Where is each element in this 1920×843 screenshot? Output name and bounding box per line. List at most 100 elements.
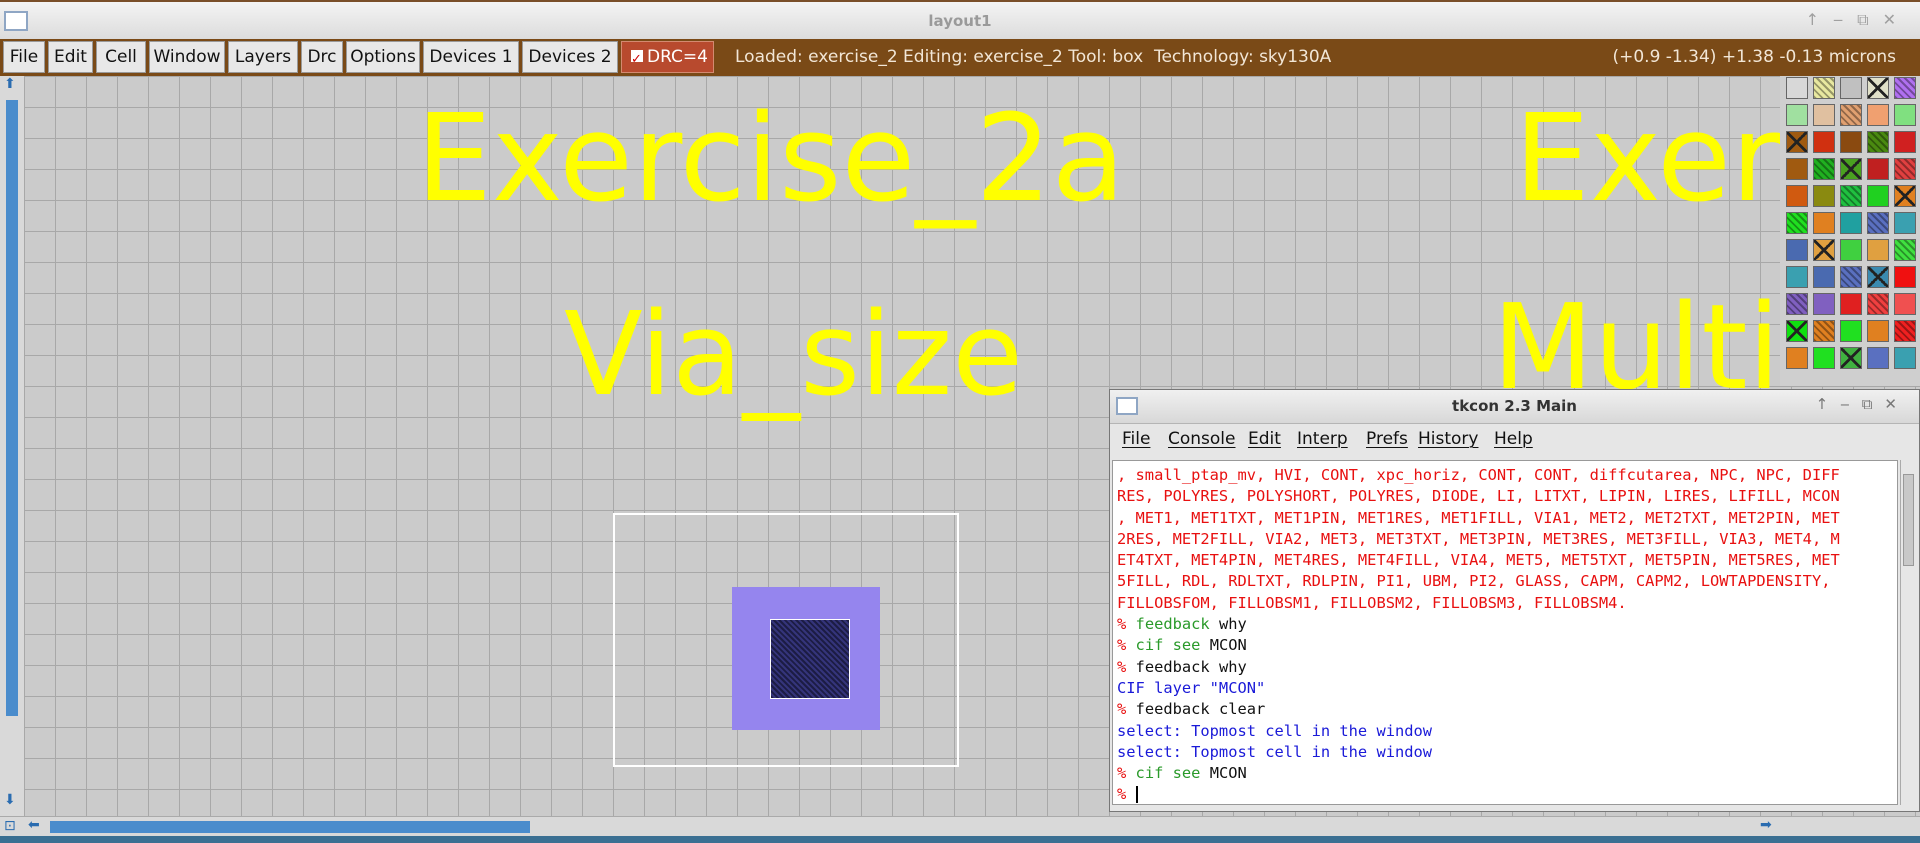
layer-swatch[interactable]	[1840, 77, 1862, 99]
layer-swatch[interactable]	[1813, 185, 1835, 207]
menu-options[interactable]: Options	[346, 41, 420, 73]
tkcon-titlebar[interactable]: tkcon 2.3 Main ↑‒⧉✕	[1110, 390, 1919, 424]
tkcon-menu-console[interactable]: Console	[1168, 429, 1236, 449]
drc-toggle[interactable]: DRC=4	[621, 41, 714, 75]
layer-swatch[interactable]	[1894, 158, 1916, 180]
console-line: , small_ptap_mv, HVI, CONT, xpc_horiz, C…	[1117, 466, 1840, 484]
layer-swatch[interactable]	[1813, 320, 1835, 342]
layer-swatch[interactable]	[1867, 239, 1889, 261]
layer-swatch[interactable]	[1894, 320, 1916, 342]
layer-swatch[interactable]	[1840, 185, 1862, 207]
layer-swatch[interactable]	[1786, 131, 1808, 153]
zoom-box-icon[interactable]: ⊡	[4, 818, 16, 834]
layer-swatch[interactable]	[1867, 77, 1889, 99]
layer-swatch[interactable]	[1840, 131, 1862, 153]
layer-swatch[interactable]	[1867, 266, 1889, 288]
tkcon-menu-help[interactable]: Help	[1494, 429, 1533, 449]
tkcon-menu-prefs[interactable]: Prefs	[1366, 429, 1408, 449]
vertical-scroll-thumb[interactable]	[6, 100, 18, 716]
layer-swatch[interactable]	[1786, 158, 1808, 180]
tkcon-window[interactable]: tkcon 2.3 Main ↑‒⧉✕ File Console Edit In…	[1109, 389, 1920, 812]
menu-bar: File Edit Cell Window Layers Drc Options…	[0, 39, 1920, 76]
layer-swatch[interactable]	[1786, 77, 1808, 99]
layer-swatch[interactable]	[1786, 104, 1808, 126]
menu-window[interactable]: Window	[149, 41, 225, 73]
layer-swatch[interactable]	[1786, 239, 1808, 261]
layer-swatch[interactable]	[1894, 266, 1916, 288]
window-controls[interactable]: ↑‒⧉✕	[1806, 10, 1910, 30]
layer-swatch[interactable]	[1786, 212, 1808, 234]
layer-swatch[interactable]	[1840, 212, 1862, 234]
tkcon-menu-history[interactable]: History	[1418, 429, 1478, 449]
tkcon-menu-edit[interactable]: Edit	[1248, 429, 1281, 449]
layer-swatch[interactable]	[1867, 104, 1889, 126]
console-line: RES, POLYRES, POLYSHORT, POLYRES, DIODE,…	[1117, 487, 1840, 506]
layer-swatch[interactable]	[1813, 77, 1835, 99]
layer-swatch[interactable]	[1867, 347, 1889, 369]
layer-swatch[interactable]	[1786, 293, 1808, 315]
menu-layers[interactable]: Layers	[228, 41, 298, 73]
scroll-right-arrow-icon[interactable]: ➡	[1760, 817, 1772, 833]
layer-swatch[interactable]	[1840, 266, 1862, 288]
layer-swatch[interactable]	[1867, 131, 1889, 153]
tkcon-output[interactable]: , small_ptap_mv, HVI, CONT, xpc_horiz, C…	[1112, 460, 1898, 805]
layer-swatch[interactable]	[1840, 104, 1862, 126]
layer-swatch[interactable]	[1840, 320, 1862, 342]
layer-swatch[interactable]	[1894, 212, 1916, 234]
layer-swatch[interactable]	[1867, 212, 1889, 234]
console-prompt: %	[1117, 700, 1136, 719]
menu-drc[interactable]: Drc	[301, 41, 343, 73]
menu-edit[interactable]: Edit	[48, 41, 93, 73]
layer-swatch[interactable]	[1786, 266, 1808, 288]
layer-swatch[interactable]	[1840, 347, 1862, 369]
layer-swatch[interactable]	[1894, 347, 1916, 369]
layer-swatch[interactable]	[1813, 266, 1835, 288]
horizontal-scrollbar[interactable]: ⊡ ⬅ ➡	[0, 816, 1920, 837]
layer-swatch[interactable]	[1840, 158, 1862, 180]
layer-swatch[interactable]	[1786, 320, 1808, 342]
layer-swatch[interactable]	[1813, 347, 1835, 369]
vertical-scrollbar[interactable]: ⬆ ⬇	[0, 76, 25, 816]
scroll-down-arrow-icon[interactable]: ⬇	[4, 792, 16, 808]
layer-swatch[interactable]	[1813, 158, 1835, 180]
layer-swatch[interactable]	[1894, 131, 1916, 153]
tkcon-menu-file[interactable]: File	[1122, 429, 1150, 449]
menu-devices-1[interactable]: Devices 1	[423, 41, 519, 73]
layer-swatch[interactable]	[1813, 212, 1835, 234]
layer-swatch[interactable]	[1867, 320, 1889, 342]
layer-swatch[interactable]	[1894, 77, 1916, 99]
layer-swatch[interactable]	[1813, 239, 1835, 261]
layer-swatch[interactable]	[1894, 293, 1916, 315]
menu-cell[interactable]: Cell	[96, 41, 146, 73]
drc-checkbox-icon[interactable]	[631, 45, 643, 75]
layer-swatch[interactable]	[1813, 104, 1835, 126]
horizontal-scroll-thumb[interactable]	[50, 821, 530, 833]
layer-swatch[interactable]	[1840, 239, 1862, 261]
layer-swatch[interactable]	[1786, 185, 1808, 207]
tkcon-menu-interp[interactable]: Interp	[1297, 429, 1348, 449]
layer-swatch[interactable]	[1867, 293, 1889, 315]
mcon-via[interactable]	[770, 619, 850, 699]
tkcon-scroll-thumb[interactable]	[1903, 474, 1914, 566]
menu-devices-2[interactable]: Devices 2	[522, 41, 618, 73]
layer-swatch[interactable]	[1840, 293, 1862, 315]
layer-swatch[interactable]	[1867, 185, 1889, 207]
layer-swatch[interactable]	[1894, 185, 1916, 207]
tkcon-scrollbar[interactable]	[1900, 460, 1917, 805]
console-prompt: %	[1117, 636, 1136, 655]
layer-swatch[interactable]	[1867, 158, 1889, 180]
layer-swatch[interactable]	[1894, 104, 1916, 126]
scroll-left-arrow-icon[interactable]: ⬅	[28, 817, 40, 833]
layer-swatch[interactable]	[1813, 293, 1835, 315]
layer-swatch[interactable]	[1894, 239, 1916, 261]
text-cursor[interactable]	[1135, 786, 1138, 804]
window-titlebar[interactable]: layout1 ↑‒⧉✕	[0, 0, 1920, 39]
layer-swatch[interactable]	[1786, 347, 1808, 369]
tkcon-window-controls[interactable]: ↑‒⧉✕	[1816, 395, 1909, 413]
layer-swatch[interactable]	[1813, 131, 1835, 153]
console-prompt: %	[1117, 764, 1136, 783]
console-command: cif see	[1135, 764, 1201, 783]
scroll-up-arrow-icon[interactable]: ⬆	[4, 76, 16, 92]
console-line: select: Topmost cell in the window	[1117, 742, 1433, 761]
menu-file[interactable]: File	[3, 41, 45, 73]
